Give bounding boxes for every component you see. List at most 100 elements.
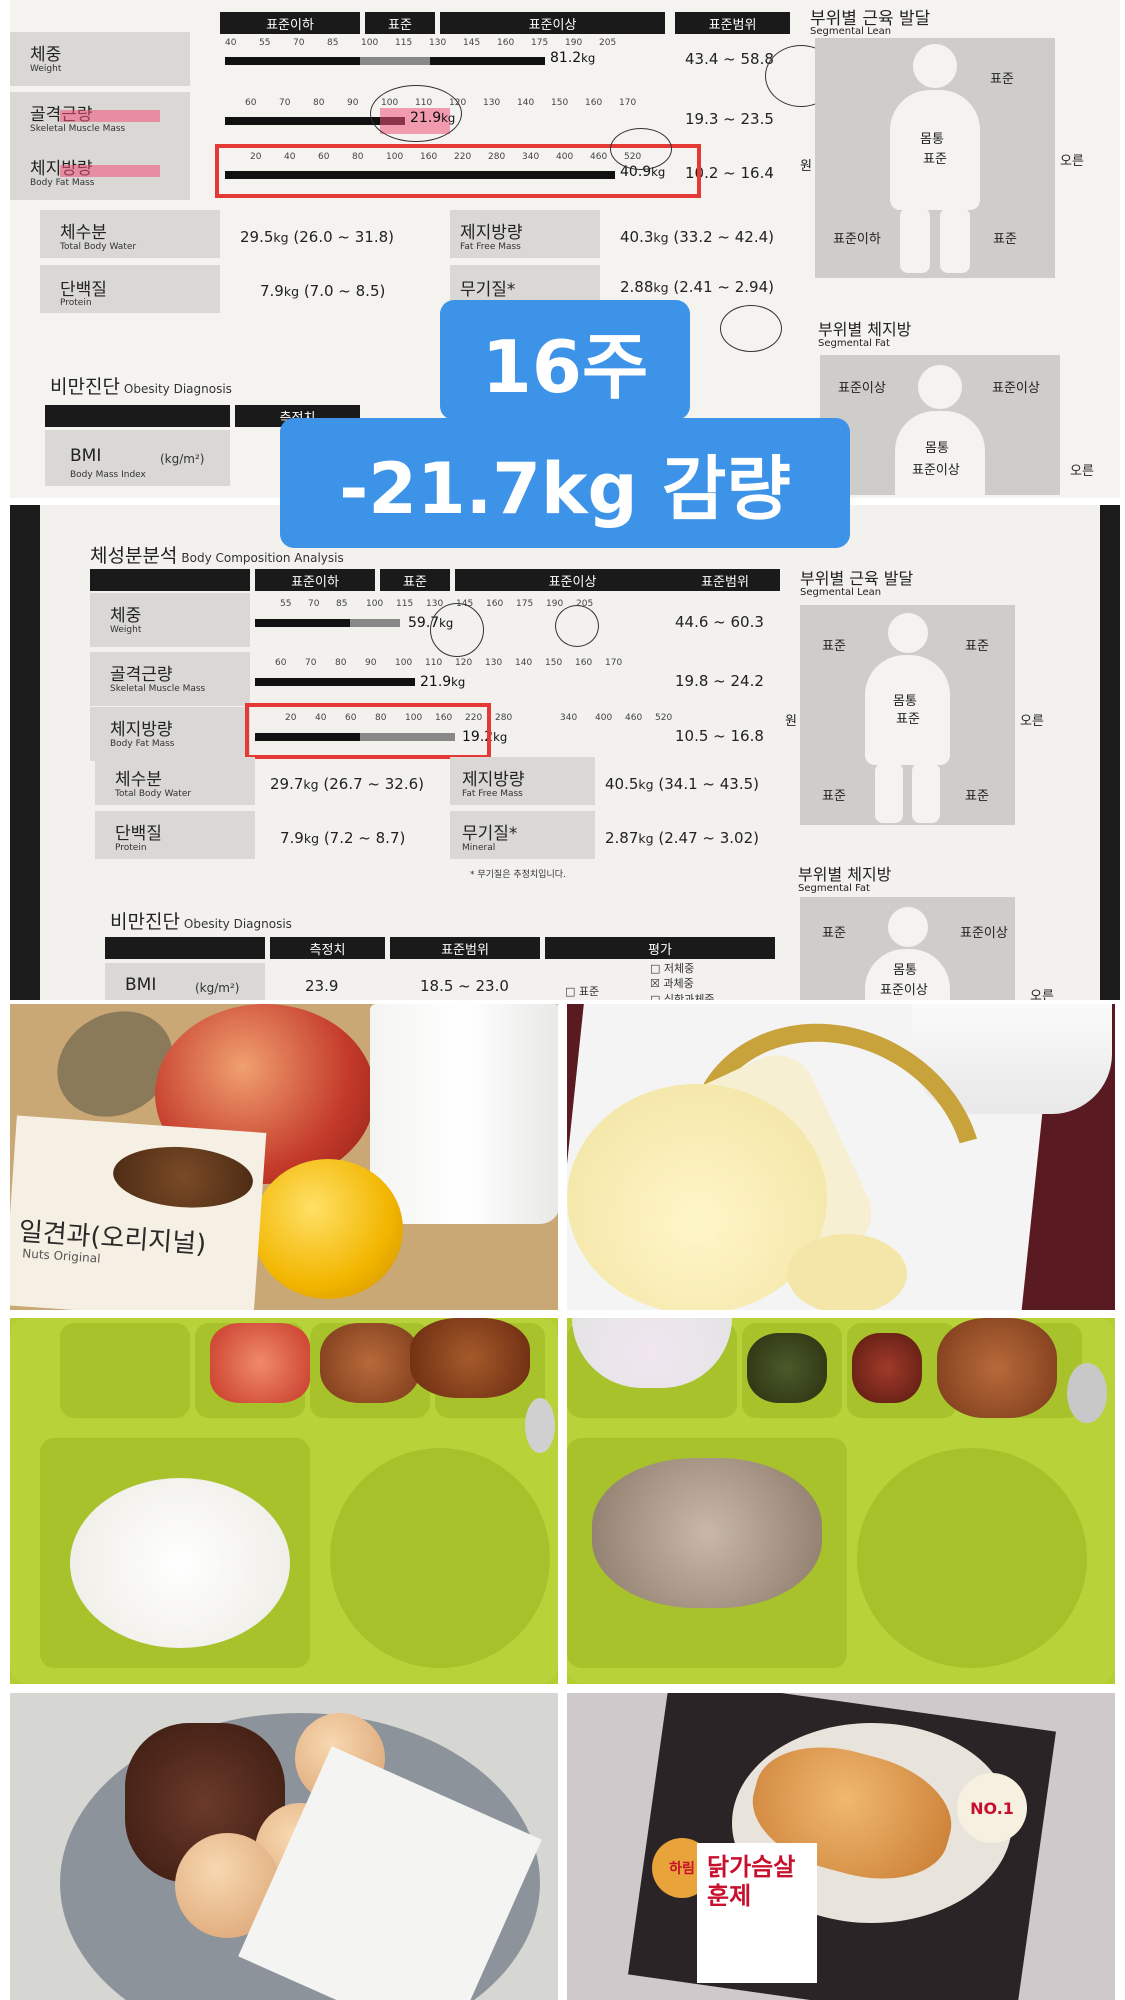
food-photo-eggs [10,1693,558,2000]
after-header-standard: 표준 [380,569,450,591]
badge-text: NO.1 [970,1798,1014,1818]
after-row-muscle: 골격근량 Skeletal Muscle Mass 60 70 80 90 100 110 1… [90,650,870,708]
seg-label: 표준 [993,232,1017,247]
bmi-label: BMI [125,975,157,995]
eval-standard: □ 표준 [565,985,600,998]
mini-label: 체수분 [60,223,107,243]
left-word: 원 [800,159,812,174]
mineral-note: * 무기질은 추정치입니다. [470,870,566,880]
obesity-col-measure: 측정치 [270,937,385,959]
seg-label: 표준이상 [838,381,886,396]
row-label: 체중 [110,606,142,626]
pen-circle [370,85,462,142]
seg-label: 표준이상 [880,983,928,998]
seg-label: 몸통 [920,132,944,147]
mini-label-en: Protein [115,843,147,853]
nut-pack-image: 일견과(오리지널) Nuts Original [10,1115,267,1310]
after-header-below: 표준이하 [255,569,375,591]
seg-label: 표준이하 [833,232,881,247]
no1-badge: NO.1 [957,1773,1027,1843]
eval-overweight: ☒ 과체중 [650,977,694,990]
food-photo-tray-white-rice [10,1318,558,1684]
banner-weeks: 16주 [440,300,690,420]
eval-severe: □ 심한과체중 [650,993,715,1000]
seg-label: 몸통 [893,694,917,709]
after-fat-title: 부위별 체지방 [798,865,892,884]
mini-range: (26.0 ~ 31.8) [293,228,394,246]
row-label-en: Weight [30,64,62,74]
pen-circle [430,603,484,657]
row-label-en: Skeletal Muscle Mass [30,124,126,134]
mini-label-en: Protein [60,298,92,308]
tangerine-image [253,1159,403,1299]
seg-label: 몸통 [893,963,917,978]
bmi-value: 23.9 [305,977,339,995]
obesity-col-eval: 평가 [545,937,775,959]
row-bar [255,678,415,686]
seg-label: 표준이상 [912,463,960,478]
seg-label: 몸통 [925,441,949,456]
mini-label: 무기질* [462,824,518,844]
mini-label: 무기질* [460,280,516,300]
seg-label: 표준 [822,639,846,654]
after-fat-panel: 표준 표준이상 몸통 표준이상 [800,897,1015,1000]
seg-label: 표준 [990,72,1014,87]
mini-range: (34.1 ~ 43.5) [658,775,759,793]
row-label-en: Skeletal Muscle Mass [110,684,206,694]
before-row-weight: 체중 Weight 40 55 70 85 100 115 130 145 160 175 190 20… [10,30,790,88]
cup-image [370,1004,558,1224]
mini-label-en: Fat Free Mass [460,242,521,252]
mini-value: 7.9 [280,829,304,847]
row-scale: 55 70 85 100 115 130 145 160 175 190 205 [280,599,594,609]
seg-label: 표준 [923,152,947,167]
product-name-panel: 닭가슴살 훈제 [697,1843,817,1983]
after-obesity-title: 비만진단 Obesity Diagnosis [110,911,292,933]
seg-label: 표준 [965,639,989,654]
before-fat-panel: 표준이상 표준이상 몸통 표준이상 [820,355,1060,498]
highlighter-mark [60,165,160,177]
brand-text: 하림 [669,1861,695,1877]
side-dish-image [852,1333,922,1403]
bmi-unit: (kg/m²) [195,981,240,995]
before-fat-title: 부위별 체지방 [818,320,912,339]
side-dish-image [747,1333,827,1403]
mini-label-en: Mineral [462,843,496,853]
row-value: 81.2 [550,50,582,66]
product-name: 닭가슴살 훈제 [707,1853,796,1910]
food-photo-fruit-plate [567,1004,1115,1310]
left-word: 원 [785,714,797,729]
mini-value: 7.9 [260,282,284,300]
row-label: 체중 [30,45,62,65]
mini-label: 단백질 [115,824,162,844]
mini-label-en: Total Body Water [115,789,192,799]
nut-bowl-image [111,1142,255,1213]
bmi-en: Body Mass Index [70,470,146,480]
spoon-image [525,1398,555,1453]
mini-range: (33.2 ~ 42.4) [673,228,774,246]
mini-label: 제지방량 [462,770,525,790]
mini-label: 체수분 [115,770,162,790]
spoon-image [1067,1363,1107,1423]
mini-label: 제지방량 [460,223,523,243]
mini-value: 2.88 [620,278,654,296]
kimchi-image [210,1323,310,1403]
grain-rice-image [592,1458,822,1608]
row-range: 19.3 ~ 23.5 [685,110,774,128]
side-dish-image [320,1323,420,1403]
food-photo-chicken: NO.1 하림 닭가슴살 훈제 [567,1693,1115,2000]
row-scale: 60 70 80 90 100 110 120 130 140 150 160 170 [275,658,623,668]
row-value: 21.9 [420,674,452,690]
after-header-above: 표준이상 [455,569,690,591]
mini-value: 29.5 [240,228,274,246]
right-word: 오른 [1020,714,1044,729]
before-fat-en: Segmental Fat [818,338,890,349]
eval-underweight: □ 저체중 [650,962,695,975]
mini-label-en: Total Body Water [60,242,137,252]
apple-slice-small [787,1234,907,1310]
before-lean-panel: 표준 몸통 표준 표준이하 표준 [815,38,1055,278]
mini-range: (2.47 ~ 3.02) [658,829,759,847]
after-report-photo: 체성분분석 Body Composition Analysis 표준이하 표준 표… [40,505,1100,1000]
row-label-en: Weight [110,625,142,635]
row-range: 10.5 ~ 16.8 [675,727,764,745]
after-lean-panel: 표준 표준 몸통 표준 표준 표준 [800,605,1015,825]
